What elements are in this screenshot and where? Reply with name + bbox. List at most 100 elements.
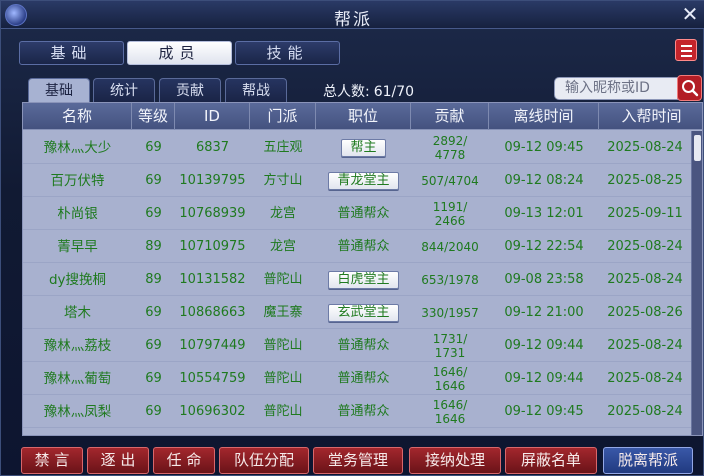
mute-button[interactable]: 禁 言 — [21, 447, 83, 474]
tab-basic[interactable]: 基础 — [19, 41, 124, 65]
column-header-contribution[interactable]: 贡献 — [411, 103, 489, 130]
close-button[interactable]: ✕ — [679, 3, 701, 25]
position-badge: 青龙堂主 — [328, 171, 399, 190]
cell-sect: 龙宫 — [269, 238, 296, 254]
scroll-thumb[interactable] — [694, 135, 701, 161]
cell-joined: 2025-08-24 — [607, 403, 683, 419]
column-header-offline-time[interactable]: 离线时间 — [489, 103, 599, 130]
guild-window: 帮派 ✕ 基础 成员 技能 基础 统计 贡献 帮战 总人数: 61/70 输入昵称… — [0, 0, 704, 476]
team-assign-button[interactable]: 队伍分配 — [219, 447, 309, 474]
cell-position: 普通帮众 — [337, 337, 390, 353]
cell-joined: 2025-08-24 — [607, 271, 683, 287]
cell-sect: 普陀山 — [263, 370, 303, 386]
cell-name: 菁早早 — [57, 238, 98, 255]
table-row[interactable]: 豫林灬凤梨 69 10696302 普陀山 普通帮众 1646/ 1646 09-12 09… — [23, 395, 691, 428]
appoint-button[interactable]: 任 命 — [153, 447, 215, 474]
kick-button[interactable]: 逐 出 — [87, 447, 149, 474]
table-row[interactable]: 豫林灬大少 69 6837 五庄观 帮主 2892/ 4778 09-12 09:45 202… — [23, 131, 691, 164]
table-row[interactable]: 豫林灬葡萄 69 10554759 普陀山 普通帮众 1646/ 1646 09-12 09… — [23, 362, 691, 395]
cell-name — [23, 428, 132, 435]
cell-name: 豫林灬大少 — [43, 139, 112, 156]
blocklist-button[interactable]: 屏蔽名单 — [505, 447, 597, 474]
subtab-guild-war[interactable]: 帮战 — [225, 78, 287, 102]
subtab-basic[interactable]: 基础 — [28, 78, 90, 102]
cell-level — [132, 428, 175, 435]
window-title: 帮派 — [334, 10, 372, 30]
cell-level: 89 — [145, 238, 162, 254]
cell-position: 玄武堂主 — [316, 296, 411, 329]
cell-level: 69 — [145, 205, 162, 221]
cell-position: 普通帮众 — [337, 238, 390, 254]
cell-id: 10554759 — [179, 370, 246, 386]
admission-button[interactable]: 接纳处理 — [409, 447, 501, 474]
cell-joined: 2025-09-11 — [607, 205, 683, 221]
cell-position: 白虎堂主 — [316, 263, 411, 296]
search-icon — [682, 80, 699, 97]
cell-contribution: 653/1978 — [421, 272, 479, 287]
cell-level: 69 — [145, 403, 162, 419]
cell-position: 青龙堂主 — [316, 164, 411, 197]
cell-contribution: 1731/ 1731 — [432, 331, 468, 360]
cell-id — [175, 428, 250, 435]
cell-joined: 2025-08-25 — [607, 172, 683, 188]
cell-name: 百万伏特 — [50, 172, 105, 189]
hall-affairs-button[interactable]: 堂务管理 — [313, 447, 403, 474]
column-header-name[interactable]: 名称 — [23, 103, 132, 130]
cell-offline: 09-12 22:54 — [504, 238, 584, 254]
cell-name: 朴尚银 — [57, 205, 98, 222]
cell-contribution: 844/2040 — [421, 239, 479, 254]
table-scrollbar[interactable] — [691, 131, 702, 435]
cell-level: 69 — [145, 304, 162, 320]
cell-sect: 普陀山 — [263, 337, 303, 353]
table-row[interactable]: 塔木 69 10868663 魔王寨 玄武堂主 330/1957 09-12 21:00 20… — [23, 296, 691, 329]
cell-id: 10868663 — [179, 304, 246, 320]
cell-position: 普通帮众 — [337, 370, 390, 386]
column-header-level[interactable]: 等级 — [132, 103, 175, 130]
table-row[interactable]: 1630/ — [23, 428, 691, 435]
cell-level: 69 — [145, 337, 162, 353]
cell-sect: 五庄观 — [263, 139, 303, 155]
cell-sect: 龙宫 — [269, 205, 296, 221]
search-input[interactable]: 输入昵称或ID — [554, 77, 678, 100]
cell-name: 豫林灬荔枝 — [43, 337, 112, 354]
position-badge: 玄武堂主 — [328, 303, 399, 322]
cell-offline: 09-12 08:24 — [504, 172, 584, 188]
position-badge: 白虎堂主 — [328, 270, 399, 289]
column-header-join-time[interactable]: 入帮时间 — [599, 103, 702, 130]
tab-members[interactable]: 成员 — [127, 41, 232, 65]
leave-guild-button[interactable]: 脱离帮派 — [603, 447, 693, 474]
cell-level: 89 — [145, 271, 162, 287]
member-count: 总人数: 61/70 — [323, 81, 414, 101]
cell-name: 豫林灬葡萄 — [43, 370, 112, 387]
column-header-id[interactable]: ID — [175, 103, 250, 130]
menu-button[interactable] — [675, 39, 697, 61]
column-header-sect[interactable]: 门派 — [250, 103, 316, 130]
tab-skills[interactable]: 技能 — [235, 41, 340, 65]
cell-joined: 2025-08-24 — [607, 370, 683, 386]
cell-name: 豫林灬凤梨 — [43, 403, 112, 420]
cell-level: 69 — [145, 139, 162, 155]
search-button[interactable] — [677, 75, 702, 101]
table-row[interactable]: 菁早早 89 10710975 龙宫 普通帮众 844/2040 09-12 22:54 20… — [23, 230, 691, 263]
cell-sect: 方寸山 — [263, 172, 303, 188]
cell-contribution: 2892/ 4778 — [432, 133, 468, 162]
column-header-position[interactable]: 职位 — [316, 103, 411, 130]
table-row[interactable]: 百万伏特 69 10139795 方寸山 青龙堂主 507/4704 09-12 08:24… — [23, 164, 691, 197]
subtab-contribution[interactable]: 贡献 — [159, 78, 221, 102]
cell-sect — [250, 428, 316, 435]
member-count-value: 61/70 — [373, 84, 415, 100]
member-count-label: 总人数: — [323, 84, 370, 100]
cell-offline: 09-13 12:01 — [504, 205, 584, 221]
table-row[interactable]: dy搜挽桐 89 10131582 普陀山 白虎堂主 653/1978 09-08 23:5… — [23, 263, 691, 296]
cell-joined — [599, 428, 691, 435]
cell-joined: 2025-08-26 — [607, 304, 683, 320]
cell-contribution: 1646/ 1646 — [432, 364, 468, 393]
cell-sect: 普陀山 — [263, 403, 303, 419]
table-row[interactable]: 朴尚银 69 10768939 龙宫 普通帮众 1191/ 2466 09-13 12:01… — [23, 197, 691, 230]
table-row[interactable]: 豫林灬荔枝 69 10797449 普陀山 普通帮众 1731/ 1731 09-12 09… — [23, 329, 691, 362]
cell-id: 10710975 — [179, 238, 246, 254]
subtab-stats[interactable]: 统计 — [93, 78, 155, 102]
cell-contribution: 1646/ 1646 — [432, 397, 468, 426]
cell-level: 69 — [145, 172, 162, 188]
cell-id: 10797449 — [179, 337, 246, 353]
